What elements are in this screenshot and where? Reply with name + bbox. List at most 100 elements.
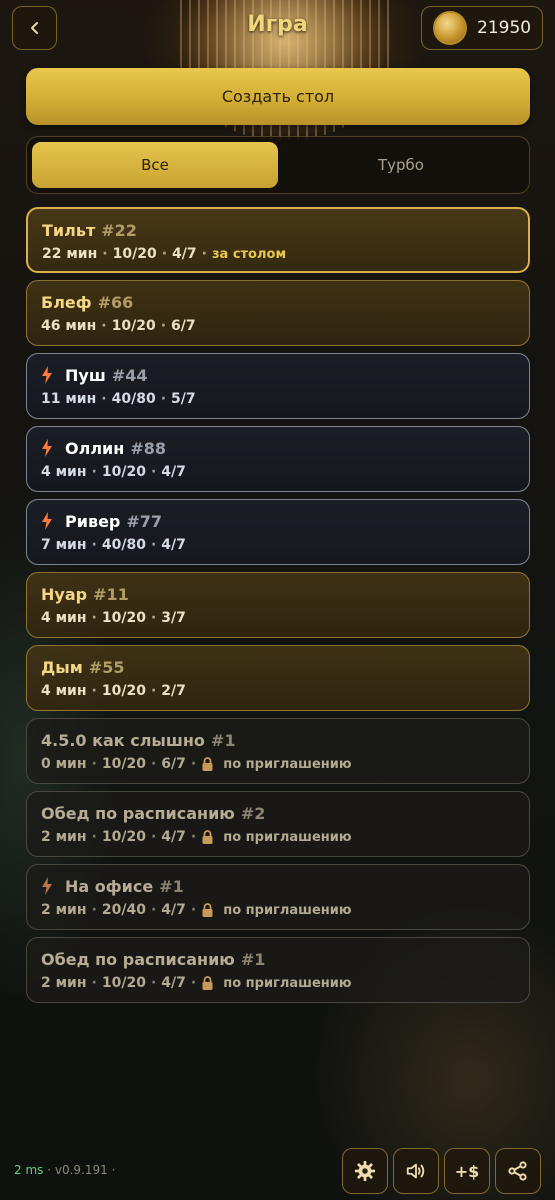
table-number: #22 [101,220,137,240]
table-name: Обед по расписанию [41,803,235,823]
table-card-title: Блеф #66 [41,292,515,312]
meta-separator: · [91,683,97,699]
table-card-meta: 2 мин · 10/20 · 4/7 · по приглашению [41,828,515,846]
table-card-title: Оллин #88 [41,438,515,458]
meta-separator: · [150,464,157,480]
meta-separator: · [91,975,97,991]
table-time: 4 мин [41,464,87,480]
table-name: Нуар [41,584,88,604]
table-number: #55 [88,657,125,677]
status-separator-end: · [111,1163,116,1177]
settings-button[interactable] [342,1148,388,1194]
table-blinds: 10/20 [101,610,146,626]
table-seats: 4/7 [172,246,197,262]
meta-separator: · [190,829,197,845]
table-name: Обед по расписанию [41,949,235,969]
tab-turbo[interactable]: Турбо [278,142,524,188]
meta-separator: · [150,756,157,772]
turbo-bolt-icon [42,439,52,457]
table-blinds: 10/20 [101,756,146,772]
lock-icon [202,757,213,771]
balance-display[interactable]: 21950 [421,6,543,50]
tab-all[interactable]: Все [32,142,278,188]
table-card[interactable]: Нуар #11 4 мин · 10/20 · 3/7 [26,572,530,638]
speaker-icon [406,1163,425,1179]
table-seats: 4/7 [161,975,186,991]
table-time: 4 мин [41,683,87,699]
table-card-title: На офисе #1 [41,876,515,896]
table-seats: 4/7 [161,537,186,553]
lock-icon [202,976,213,990]
table-card[interactable]: На офисе #1 2 мин · 20/40 · 4/7 · по приглашению [26,864,530,930]
table-card-meta: 0 мин · 10/20 · 6/7 · по приглашению [41,755,515,773]
table-card[interactable]: Обед по расписанию #2 2 мин · 10/20 · 4/7 · по п… [26,791,530,857]
meta-separator: · [190,756,197,772]
status-bar: 2 ms · v0.9.191 · [14,1163,115,1177]
table-card[interactable]: Тильт #22 22 мин · 10/20 · 4/7 · за столом [26,207,530,273]
table-seats: 5/7 [171,391,196,407]
table-blinds: 10/20 [101,464,146,480]
table-number: #1 [159,876,184,896]
table-card-meta: 46 мин · 10/20 · 6/7 [41,317,515,335]
top-bar: Игра 21950 [0,0,555,62]
table-card-title: Дым #55 [41,657,515,677]
meta-separator: · [91,537,97,553]
balance-value: 21950 [477,18,532,38]
table-number: #77 [126,511,163,531]
table-card-title: Обед по расписанию #1 [41,949,515,969]
table-time: 4 мин [41,610,87,626]
add-funds-button[interactable]: +$ [444,1148,490,1194]
sound-button[interactable] [393,1148,439,1194]
table-seats: 2/7 [161,683,186,699]
table-time: 46 мин [41,318,97,334]
table-time: 2 мин [41,829,87,845]
table-card[interactable]: Оллин #88 4 мин · 10/20 · 4/7 [26,426,530,492]
meta-separator: · [101,318,107,334]
coin-icon [433,11,467,45]
table-name: Блеф [41,292,92,312]
table-name: Ривер [65,511,121,531]
table-seats: 6/7 [161,756,186,772]
table-card-meta: 4 мин · 10/20 · 3/7 [41,609,515,627]
table-time: 7 мин [41,537,87,553]
meta-separator: · [150,683,157,699]
table-seats: 4/7 [161,902,186,918]
table-card-meta: 4 мин · 10/20 · 4/7 [41,463,515,481]
table-card-meta: 22 мин · 10/20 · 4/7 · за столом [42,245,514,263]
meta-separator: · [160,391,167,407]
table-card[interactable]: Обед по расписанию #1 2 мин · 10/20 · 4/7 · по п… [26,937,530,1003]
gear-icon [354,1160,376,1182]
table-blinds: 40/80 [101,537,146,553]
version-text: v0.9.191 [54,1163,108,1177]
table-number: #2 [240,803,266,823]
meta-separator: · [91,610,97,626]
table-number: #11 [93,584,129,604]
create-table-button[interactable]: Создать стол [26,68,530,125]
lock-icon [202,830,213,844]
table-card[interactable]: 4.5.0 как слышно #1 0 мин · 10/20 · 6/7 · по при… [26,718,530,784]
table-time: 2 мин [41,902,87,918]
meta-separator: · [91,829,97,845]
table-blinds: 10/20 [112,246,157,262]
table-name: Тильт [42,220,96,240]
share-icon [508,1161,527,1181]
table-card[interactable]: Дым #55 4 мин · 10/20 · 2/7 [26,645,530,711]
meta-separator: · [150,975,157,991]
share-button[interactable] [495,1148,541,1194]
invite-only-label: по приглашению [223,756,352,772]
table-card[interactable]: Ривер #77 7 мин · 40/80 · 4/7 [26,499,530,565]
table-number: #66 [97,292,134,312]
table-blinds: 10/20 [101,683,146,699]
table-time: 22 мин [42,246,98,262]
meta-separator: · [201,246,207,262]
table-blinds: 10/20 [101,829,146,845]
table-blinds: 10/20 [111,318,156,334]
table-card[interactable]: Блеф #66 46 мин · 10/20 · 6/7 [26,280,530,346]
table-card-title: 4.5.0 как слышно #1 [41,730,515,750]
table-blinds: 10/20 [101,975,146,991]
table-name: Оллин [65,438,125,458]
table-number: #44 [111,365,148,385]
table-card-title: Обед по расписанию #2 [41,803,515,823]
table-card[interactable]: Пуш #44 11 мин · 40/80 · 5/7 [26,353,530,419]
table-number: #88 [130,438,166,458]
